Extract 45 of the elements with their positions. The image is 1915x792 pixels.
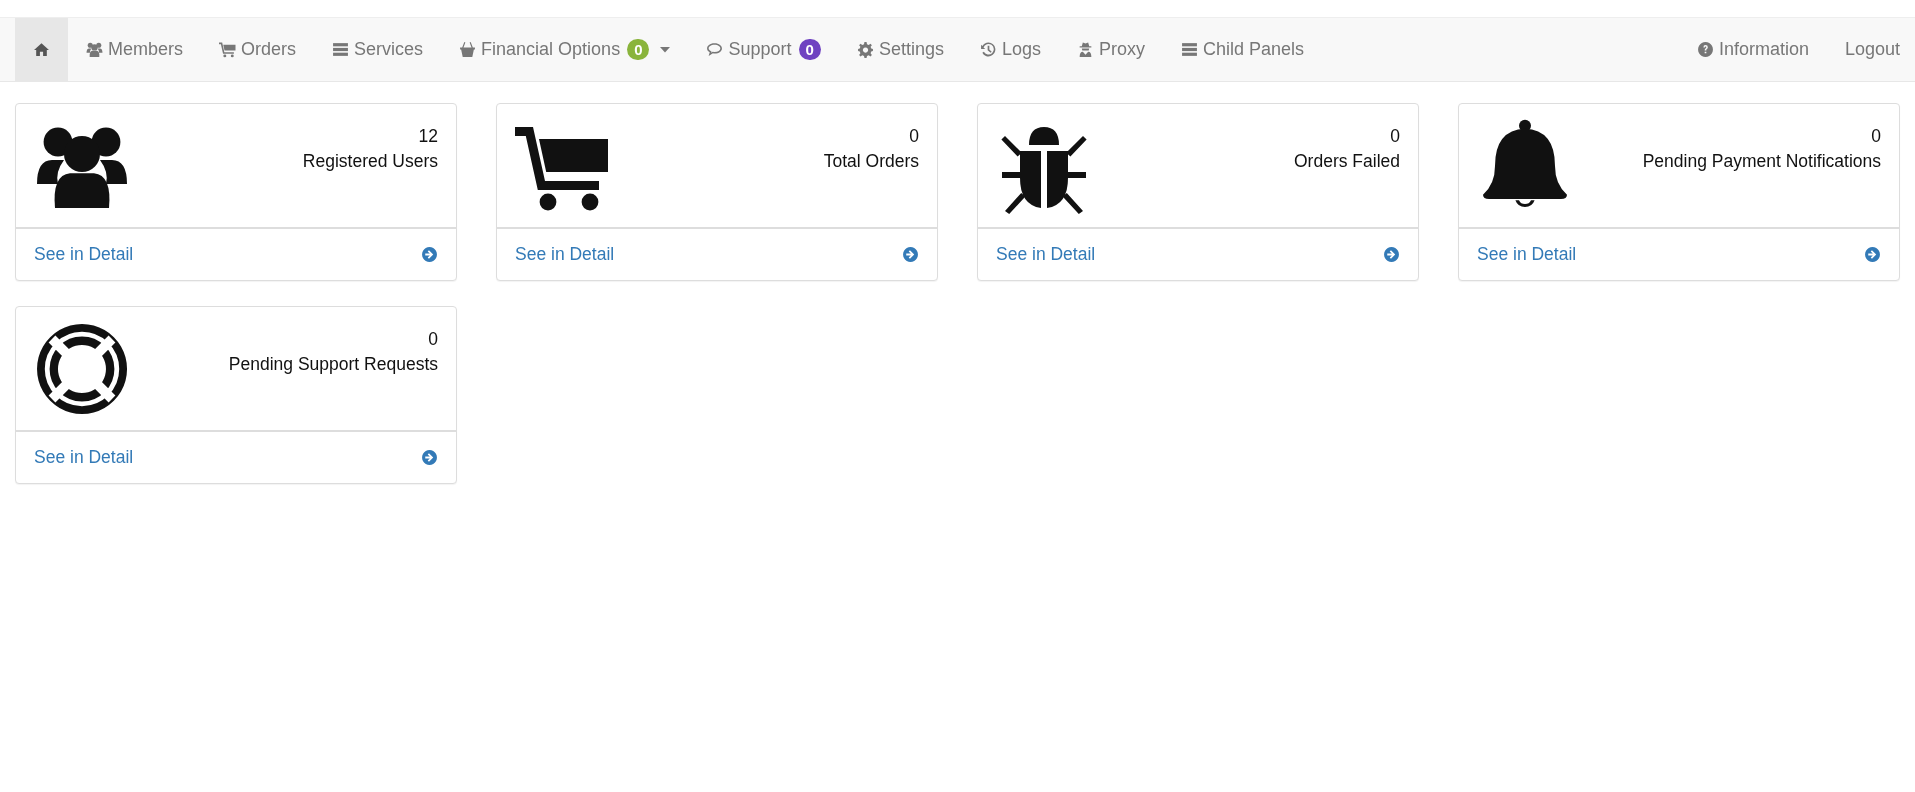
see-detail-link[interactable]: See in Detail (497, 229, 937, 280)
arrow-right-icon (1864, 246, 1881, 263)
nav-tab[interactable]: Settings (838, 18, 962, 81)
count-badge: 0 (798, 39, 821, 60)
arrow-right-icon (421, 246, 438, 263)
nav-tab[interactable]: Members (68, 18, 201, 81)
stat-label: Registered Users (302, 150, 438, 173)
stat-label: Pending Payment Notifications (1642, 150, 1881, 173)
arrow-right-icon (1383, 246, 1400, 263)
arrow-right-icon (421, 449, 438, 466)
stat-label: Orders Failed (1294, 150, 1400, 173)
nav-tab[interactable]: Services (314, 18, 442, 81)
server-icon (1181, 41, 1198, 58)
see-detail-link[interactable]: See in Detail (16, 432, 456, 483)
nav-tab[interactable]: Support 0 (688, 18, 839, 81)
basket-icon (459, 41, 477, 58)
stat-count: 12 (417, 125, 438, 148)
nav-tab[interactable]: Proxy (1058, 18, 1163, 81)
stat-label: Pending Support Requests (228, 353, 438, 376)
see-detail-link[interactable]: See in Detail (1459, 229, 1899, 280)
stat-count: 0 (427, 328, 438, 351)
nav-link[interactable]: Information (1678, 18, 1827, 81)
nav-tab[interactable]: Orders (201, 18, 315, 81)
stat-label: Total Orders (823, 150, 919, 173)
arrow-right-icon (902, 246, 919, 263)
server-icon (332, 41, 350, 58)
stat-count: 0 (908, 125, 919, 148)
nav-tab[interactable]: Child Panels (1163, 18, 1323, 81)
home-icon (33, 41, 50, 58)
history-icon (979, 41, 997, 58)
users-icon (86, 41, 103, 58)
nav-tab[interactable]: Logs (961, 18, 1059, 81)
see-detail-link[interactable]: See in Detail (16, 229, 456, 280)
chat-icon (706, 41, 724, 58)
count-badge: 0 (627, 39, 650, 60)
lifebuoy-icon (34, 321, 130, 417)
see-detail-link[interactable]: See in Detail (978, 229, 1418, 280)
stat-count: 0 (1389, 125, 1400, 148)
nav-tab[interactable] (15, 18, 68, 81)
settings-icon (856, 41, 874, 58)
nav-link[interactable]: Logout (1826, 18, 1900, 81)
nav-tab[interactable]: Financial Options 0 (441, 18, 689, 81)
cart-icon (219, 41, 236, 58)
stat-count: 0 (1870, 125, 1881, 148)
help-icon (1696, 41, 1714, 58)
